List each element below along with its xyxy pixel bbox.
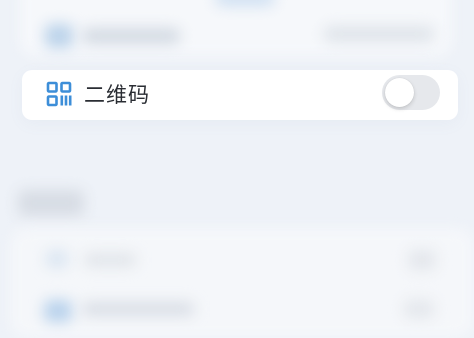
blurred-row-label: [84, 253, 136, 267]
blurred-row-label: [82, 28, 180, 44]
blurred-row-label: [82, 302, 194, 316]
settings-card-bottom-blurred: [10, 228, 474, 338]
blurred-chevron-icon: [408, 250, 436, 270]
blurred-icon: [45, 24, 73, 48]
toggle-knob[interactable]: [385, 78, 414, 107]
blurred-chevron-icon: [404, 300, 434, 318]
blurred-icon: [44, 300, 72, 322]
qr-code-toggle[interactable]: [382, 75, 440, 110]
qr-code-label: 二维码: [84, 83, 150, 107]
blurred-icon: [46, 250, 68, 268]
blurred-section-header: [18, 190, 84, 216]
blurred-row-value: [324, 26, 434, 42]
qr-code-setting-row[interactable]: 二维码: [22, 70, 458, 120]
qr-code-icon: [46, 81, 72, 107]
top-highlight-blurred: [215, 0, 275, 6]
